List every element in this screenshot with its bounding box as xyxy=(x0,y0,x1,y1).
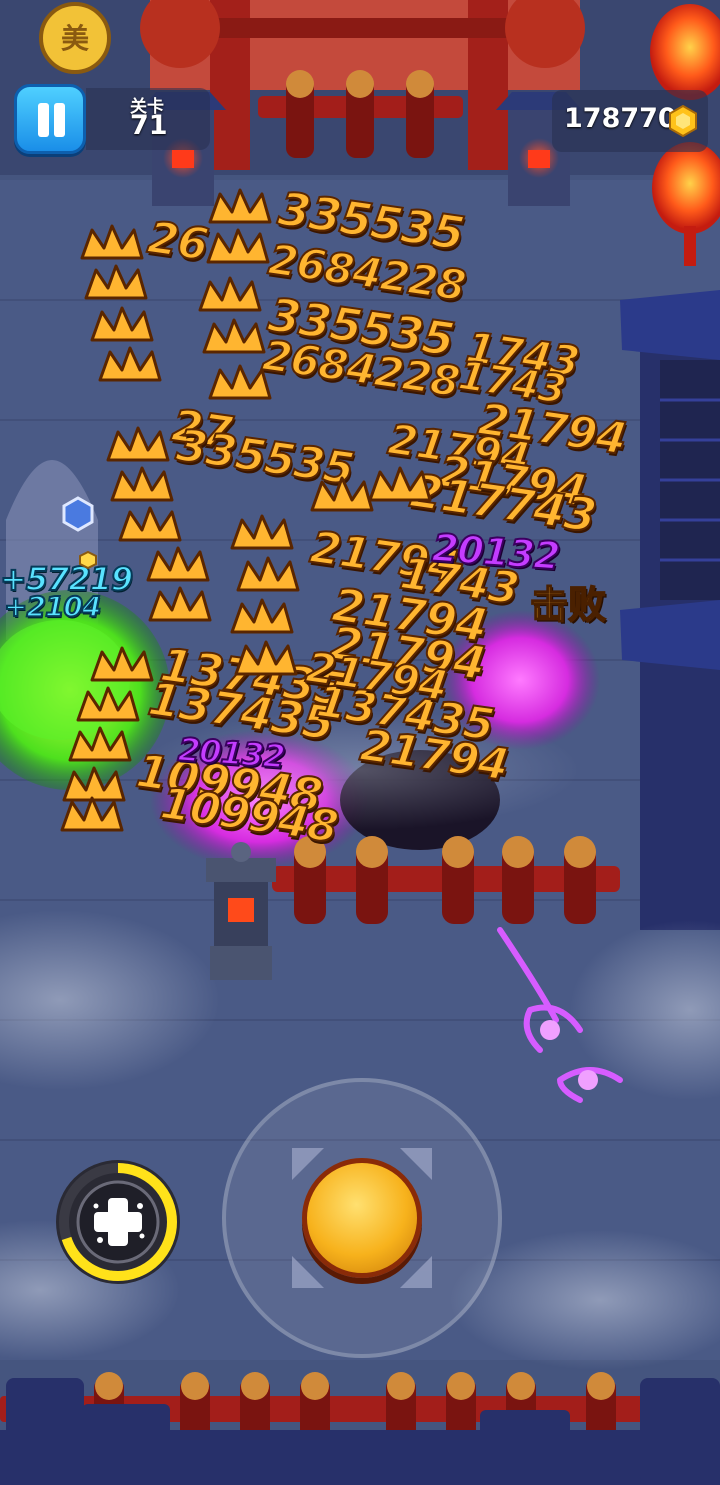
crown-icon xyxy=(80,224,144,260)
crown-icon xyxy=(62,766,126,802)
crown-icon xyxy=(236,556,300,592)
pause-icon-bar xyxy=(54,103,65,137)
crown-icon xyxy=(206,228,270,264)
game-screen: 美 335535 335535 2684228 2684228 26 27 33… xyxy=(0,0,720,1485)
crown-icon xyxy=(68,726,132,762)
crown-icon xyxy=(76,686,140,722)
crown-icon xyxy=(110,466,174,502)
crown-icon xyxy=(146,546,210,582)
gem-icon xyxy=(62,496,94,532)
crown-icon xyxy=(234,640,298,676)
crown-icon xyxy=(106,426,170,462)
stage-indicator: 关卡 71 xyxy=(86,88,210,150)
crown-icon xyxy=(98,346,162,382)
joystick-knob[interactable] xyxy=(302,1158,422,1278)
hexagon-coin-icon xyxy=(669,105,697,137)
coin-drop-icon xyxy=(79,550,97,570)
crown-icon xyxy=(118,506,182,542)
coin-count: 178770 xyxy=(564,103,677,134)
crown-icon xyxy=(230,514,294,550)
crown-icon xyxy=(208,188,272,224)
skill-button[interactable] xyxy=(56,1160,180,1284)
pause-button[interactable] xyxy=(14,84,86,154)
crown-icon xyxy=(368,466,432,502)
crown-icon xyxy=(84,264,148,300)
crown-icon xyxy=(208,364,272,400)
crown-icon xyxy=(230,598,294,634)
crown-icon xyxy=(310,476,374,512)
crown-icon xyxy=(198,276,262,312)
crown-icon xyxy=(90,646,154,682)
crown-icon xyxy=(202,318,266,354)
crown-icon xyxy=(60,796,124,832)
pause-icon xyxy=(38,103,49,137)
stage-number: 71 xyxy=(130,110,168,141)
coin-counter: 178770 xyxy=(552,90,708,152)
crown-icon xyxy=(148,586,212,622)
crown-icon xyxy=(90,306,154,342)
